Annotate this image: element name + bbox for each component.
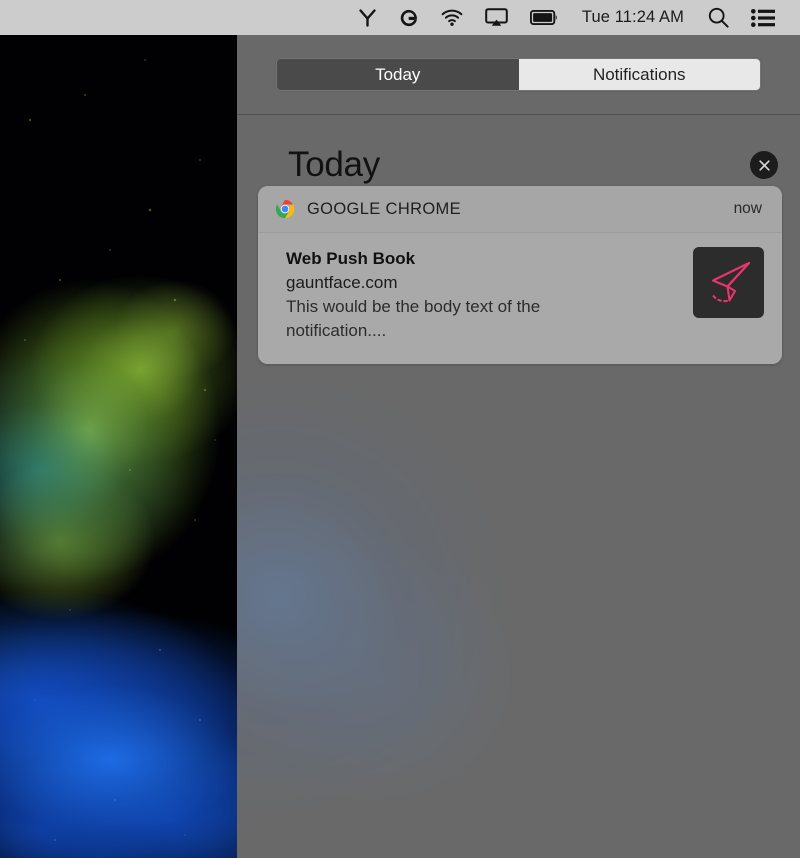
notification-origin: gauntface.com [286,273,398,293]
tab-today[interactable]: Today [277,59,519,90]
tab-notifications[interactable]: Notifications [518,59,760,90]
notification-timestamp: now [733,200,762,217]
notification-header: GOOGLE CHROME now [258,186,782,233]
notification-center-icon[interactable] [740,0,786,35]
page-title: Today [288,145,380,184]
airplay-icon[interactable] [474,0,519,35]
battery-icon[interactable] [519,0,569,35]
paper-plane-icon [693,247,764,318]
menu-bar-clock[interactable]: Tue 11:24 AM [569,0,697,35]
search-icon[interactable] [697,0,740,35]
notification-body: Web Push Book gauntface.com This would b… [258,233,782,364]
fork-branch-icon[interactable] [347,0,388,35]
notification-message: This would be the body text of the notif… [286,297,541,341]
tab-bar: Today Notifications [237,35,800,114]
notification-center-panel: Today Notifications Today GOOGLE CHROME … [237,35,800,858]
close-button[interactable] [750,151,778,179]
tab-group: Today Notifications [276,58,761,91]
wifi-icon[interactable] [430,0,474,35]
chrome-icon [274,198,296,220]
notification-title: Web Push Book [286,249,416,268]
notification-app-name: GOOGLE CHROME [307,199,461,218]
notification-text-block: Web Push Book gauntface.com This would b… [286,247,693,344]
menu-bar-status-items: Tue 11:24 AM [347,0,786,35]
notification-card[interactable]: GOOGLE CHROME now Web Push Book gauntfac… [258,186,782,364]
google-g-icon[interactable] [388,0,430,35]
tab-divider [237,114,800,115]
screen: Tue 11:24 AM Today Notifications Today G… [0,0,800,858]
menu-bar: Tue 11:24 AM [0,0,800,35]
